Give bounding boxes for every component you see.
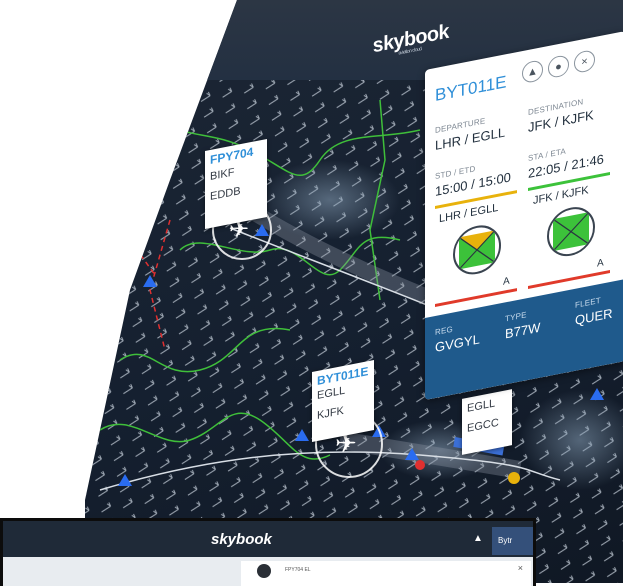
arrival-grade: A (597, 257, 604, 270)
secondary-app-logo[interactable]: skybook (211, 531, 272, 548)
alert-button[interactable]: ▲ (522, 59, 543, 85)
notification-bell-icon[interactable]: ▲ (473, 533, 483, 544)
map-label-destination: KJFK (317, 404, 344, 423)
flight-map-label[interactable]: EGLL EGCC (462, 389, 512, 455)
reg-label: REG (435, 324, 453, 338)
aircraft-avatar (257, 564, 271, 578)
close-icon[interactable]: × (518, 563, 523, 573)
close-button[interactable]: × (574, 48, 595, 75)
alert-triangle-icon: ▲ (527, 64, 538, 79)
close-icon: × (581, 54, 588, 69)
runway-wind-diagram (552, 211, 590, 252)
flight-callsign: BYT011E (435, 72, 507, 106)
secondary-content-area: FPY704 EL × (3, 557, 533, 586)
flight-map-label[interactable]: BYT011E EGLL KJFK (312, 359, 374, 443)
runway-wind-diagram (458, 230, 496, 270)
secondary-card-text: FPY704 EL (285, 567, 311, 573)
map-label-destination: EDDB (210, 185, 241, 204)
flight-detail-card: BYT011E ▲ ● × DEPARTURE LHR / EGLL DESTI… (425, 31, 623, 401)
main-screen: skybook aviation cloud ✈ ✈ FPY704 BIKF E… (85, 0, 623, 583)
hazard-marker (508, 472, 520, 484)
departure-runway-gauge (453, 221, 501, 279)
location-button[interactable]: ● (548, 54, 569, 80)
hazard-marker (415, 460, 425, 470)
arrival-runway-gauge (547, 202, 595, 261)
map-label-destination: EGCC (467, 416, 499, 435)
type-label: TYPE (505, 310, 527, 324)
user-menu[interactable]: Bytr (492, 527, 533, 555)
secondary-flight-card: FPY704 EL × (241, 561, 531, 586)
type-value: B77W (505, 319, 541, 342)
card-actions: ▲ ● × (522, 48, 595, 85)
secondary-screen: skybook ▲ Bytr FPY704 EL × (0, 518, 536, 586)
map-label-origin: EGLL (467, 397, 496, 415)
app-logo[interactable]: skybook aviation cloud (371, 21, 452, 58)
departure-grade: A (503, 275, 510, 288)
fleet-value: QUER (575, 305, 613, 328)
location-pin-icon: ● (555, 59, 562, 74)
app-composite: skybook aviation cloud ✈ ✈ FPY704 BIKF E… (0, 0, 623, 586)
flight-map-label[interactable]: FPY704 BIKF EDDB (205, 138, 267, 230)
